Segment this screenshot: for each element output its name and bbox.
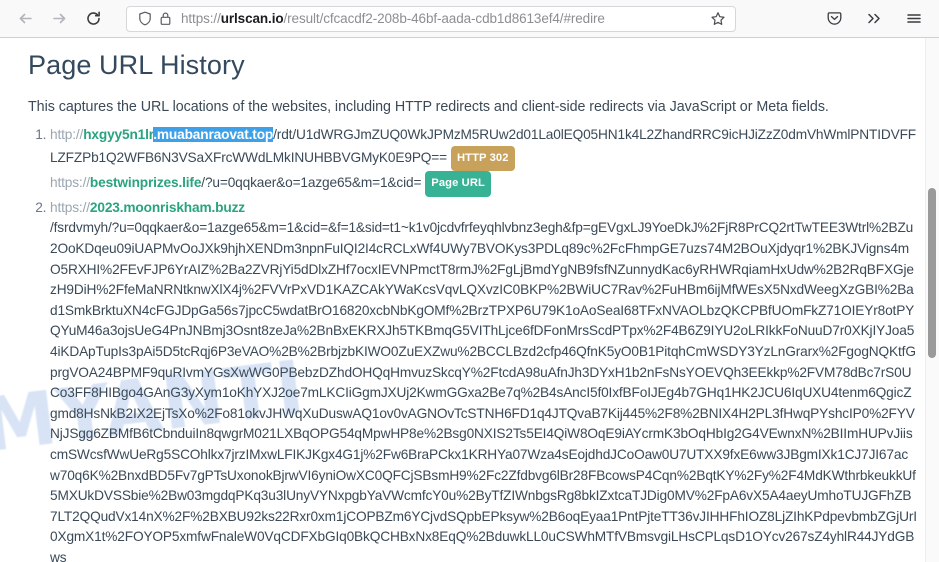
url-history-list: http://hxgyy5n1lr.muabanraovat.top/rdt/U… [28, 125, 917, 562]
url-text[interactable]: https://urlscan.io/result/cfcacdf2-208b-… [181, 7, 707, 31]
sub-item-path: /?u=0qqkaer&o=1azge65&m=1&cid= [201, 175, 422, 191]
item-host-selected[interactable]: .muabanraovat.top [153, 127, 273, 142]
status-badge: HTTP 302 [450, 145, 515, 172]
address-bar[interactable]: https://urlscan.io/result/cfcacdf2-208b-… [126, 5, 736, 32]
sub-item-scheme: https:// [50, 175, 90, 191]
bookmark-star-icon[interactable] [707, 11, 729, 27]
overflow-chevrons-icon[interactable] [859, 5, 889, 33]
item-path: /fsrdvmyh/?u=0qqkaer&o=1azge65&m=1&cid=&… [50, 220, 917, 562]
navigation-buttons [10, 5, 108, 33]
lock-icon[interactable] [155, 11, 175, 26]
page-viewport: MYANTI Page URL History This captures th… [0, 38, 939, 562]
reload-button[interactable] [78, 5, 108, 33]
sub-item-host[interactable]: bestwinprizes.life [90, 175, 202, 190]
item-scheme: https:// [50, 199, 90, 215]
pocket-icon[interactable] [819, 5, 849, 33]
item-host[interactable]: hxgyy5n1lr [83, 127, 153, 142]
back-button[interactable] [10, 5, 40, 33]
forward-button[interactable] [44, 5, 74, 33]
list-item: https://2023.moonriskham.buzz/fsrdvmyh/?… [50, 198, 917, 562]
page-title: Page URL History [28, 50, 245, 80]
item-host[interactable]: 2023.moonriskham.buzz [90, 200, 245, 215]
page-scrollbar[interactable] [925, 38, 939, 562]
page-url-badge: Page URL [425, 171, 491, 197]
page-content: Page URL History This captures the URL l… [0, 50, 917, 562]
url-scheme: https:// [181, 10, 221, 26]
page-intro-text: This captures the URL locations of the w… [28, 99, 829, 115]
toolbar-right-actions [819, 5, 929, 33]
browser-toolbar: https://urlscan.io/result/cfcacdf2-208b-… [0, 0, 939, 38]
url-host: urlscan.io [220, 10, 284, 26]
list-item: http://hxgyy5n1lr.muabanraovat.top/rdt/U… [50, 125, 917, 197]
scrollbar-thumb[interactable] [928, 188, 936, 358]
url-path: /result/cfcacdf2-208b-46bf-aada-cdb1d861… [283, 10, 605, 26]
hamburger-menu-icon[interactable] [899, 5, 929, 33]
shield-icon[interactable] [135, 11, 155, 26]
item-scheme: http:// [50, 127, 84, 142]
list-item-sub: https://bestwinprizes.life/?u=0qqkaer&o=… [50, 171, 917, 197]
